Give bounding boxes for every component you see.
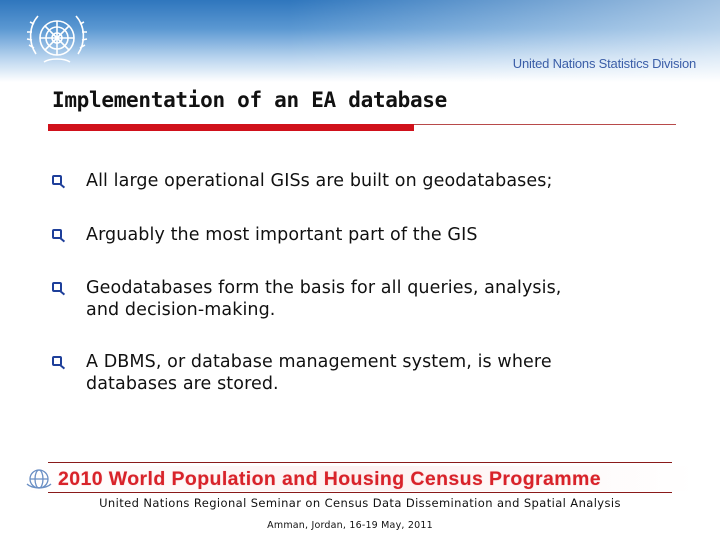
slide: United Nations Statistics Division Imple…	[0, 0, 720, 540]
title-underline-accent	[48, 124, 414, 131]
slide-title: Implementation of an EA database	[52, 88, 447, 112]
footer-rule-top	[48, 462, 672, 463]
checkbox-square-icon	[52, 282, 62, 292]
seminar-title: United Nations Regional Seminar on Censu…	[99, 496, 621, 510]
seminar-venue: Amman, Jordan, 16-19 May, 2011	[267, 520, 433, 531]
bullet-line: and decision-making.	[86, 300, 276, 320]
bullet-text: All large operational GISs are built on …	[86, 170, 686, 192]
bullet-line: Arguably the most important part of the …	[86, 225, 478, 245]
bullet-line: All large operational GISs are built on …	[86, 171, 553, 191]
un-emblem-icon	[26, 15, 88, 63]
bullet-text: Arguably the most important part of the …	[86, 224, 686, 246]
checkbox-square-icon	[52, 175, 62, 185]
bullet-line: Geodatabases form the basis for all quer…	[86, 278, 562, 298]
bullet-text: Geodatabases form the basis for all quer…	[86, 277, 686, 321]
checkbox-square-icon	[52, 229, 62, 239]
bullet-line: databases are stored.	[86, 374, 279, 394]
title-underline-rule	[414, 124, 676, 125]
checkbox-square-icon	[52, 356, 62, 366]
organization-name: United Nations Statistics Division	[512, 56, 696, 71]
census-globe-icon	[26, 469, 52, 489]
bullet-text: A DBMS, or database management system, i…	[86, 351, 686, 395]
bullet-line: A DBMS, or database management system, i…	[86, 352, 552, 372]
footer-rule-bottom	[48, 492, 672, 493]
programme-banner: 2010 World Population and Housing Census…	[58, 468, 601, 490]
